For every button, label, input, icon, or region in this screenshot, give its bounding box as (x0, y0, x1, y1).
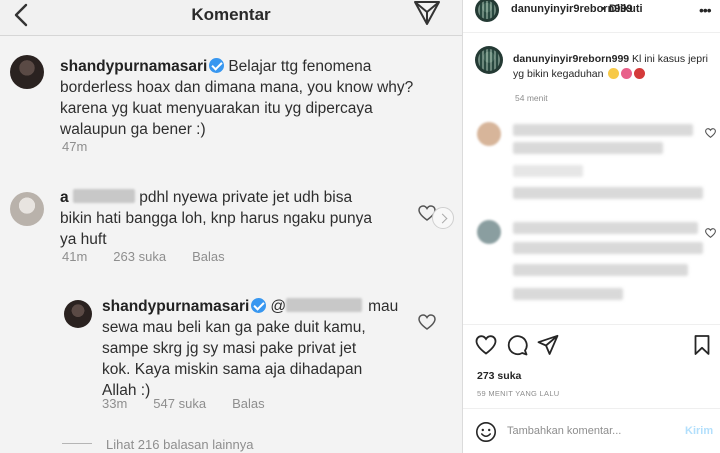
direct-message-icon (414, 1, 440, 25)
caption-avatar[interactable] (475, 46, 503, 74)
comment-meta: 33m 547 suka Balas (102, 396, 291, 411)
caption-username[interactable]: danunyinyir9reborn999 (513, 53, 629, 65)
comment-input[interactable]: Tambahkan komentar... (507, 425, 621, 437)
comment-text-line: ya huft (60, 231, 107, 248)
comment-username: a (60, 189, 69, 206)
comment-text-line: bikin hati bangga loh, knp harus ngaku p… (60, 210, 372, 227)
embedded-comment-screenshot: Komentar shandypurnamasari Belajar ttg fe… (0, 0, 462, 453)
like-heart-icon[interactable] (705, 228, 716, 238)
blurred-comment (513, 165, 583, 177)
tulip-emoji-icon (621, 68, 633, 79)
caption-time: 54 menit (515, 93, 548, 103)
input-divider (463, 408, 720, 409)
blurred-comment (513, 264, 688, 276)
comment-text-line: mau (368, 298, 399, 315)
following-button[interactable]: Diikuti (609, 3, 643, 15)
blurred-comment (513, 142, 663, 154)
divider-line (62, 443, 92, 444)
comment-bubble-icon[interactable] (506, 334, 528, 356)
comment-meta: 41m 263 suka Balas (62, 249, 251, 264)
comment-likes[interactable]: 547 suka (153, 396, 206, 411)
post-comment-button[interactable]: Kirim (685, 425, 713, 437)
rose-emoji-icon (634, 68, 646, 79)
header-divider (463, 32, 720, 33)
reply-link[interactable]: Balas (192, 249, 225, 264)
comment-text-line: borderless hoax dan dimana mana, you kno… (60, 79, 414, 96)
like-heart-icon[interactable] (705, 128, 716, 138)
comment-text-line: sampe skrg jg sy masi pake privat jet (102, 340, 357, 357)
comment-text-line: karena yg kuat menyuarakan itu yg diperc… (60, 100, 373, 117)
comment-time: 41m (62, 249, 88, 264)
like-heart-icon[interactable] (418, 314, 436, 330)
blurred-comment (513, 187, 703, 199)
grin-emoji-icon (608, 68, 620, 79)
share-send-icon[interactable] (537, 334, 559, 356)
comment-meta: 47m (62, 139, 113, 154)
comment-body: shandypurnamasari @ mau sewa mau beli kan … (102, 296, 422, 401)
reply-link[interactable]: Balas (232, 396, 265, 411)
commenter-avatar (10, 192, 44, 226)
comment-username: shandypurnamasari (102, 298, 250, 315)
emoji-smile-icon[interactable] (475, 421, 497, 443)
next-arrow-icon[interactable] (432, 207, 454, 229)
blurred-avatar (477, 122, 501, 146)
post-side-panel: danunyinyir9reborn999 • Diikuti ••• danu… (462, 0, 720, 453)
post-timestamp: 59 MENIT YANG LALU (477, 389, 560, 398)
blurred-comment (513, 222, 698, 234)
comment-time: 47m (62, 139, 88, 154)
comment-text-line: walaupun ga bener :) (60, 121, 206, 138)
verified-badge-icon (209, 58, 225, 73)
comment-text-line: sewa mau beli kan ga pake duit kamu, (102, 319, 366, 336)
likes-count[interactable]: 273 suka (477, 370, 521, 382)
comment-text-line: kok. Kaya miskin sama aja dihadapan (102, 361, 363, 378)
like-heart-icon[interactable] (475, 334, 497, 356)
more-options-icon[interactable]: ••• (699, 2, 712, 18)
redacted-username (72, 189, 135, 203)
blurred-comment (513, 242, 703, 254)
bookmark-icon[interactable] (691, 334, 713, 356)
comment-time: 33m (102, 396, 128, 411)
view-more-replies[interactable]: Lihat 216 balasan lainnya (106, 437, 253, 452)
comment-text-line: Belajar ttg fenomena (228, 58, 372, 75)
comment-username: shandypurnamasari (60, 58, 208, 75)
post-caption: danunyinyir9reborn999 Kl ini kasus jepri… (513, 52, 713, 82)
embedded-header-title: Komentar (191, 5, 271, 24)
comment-mention: @ (270, 298, 287, 315)
comment-body: shandypurnamasari Belajar ttg fenomena bo… (60, 56, 450, 140)
comment-likes[interactable]: 263 suka (113, 249, 166, 264)
separator-dot: • (601, 3, 605, 15)
blurred-avatar (477, 220, 501, 244)
embedded-header: Komentar (0, 0, 462, 36)
author-avatar[interactable] (475, 0, 499, 22)
blurred-comment (513, 124, 693, 136)
comment-text-line: pdhl nyewa private jet udh bisa (139, 189, 353, 206)
actions-divider (463, 324, 720, 325)
redacted-mention (286, 298, 363, 312)
verified-badge-icon (251, 298, 267, 313)
commenter-avatar (64, 300, 92, 328)
commenter-avatar (10, 55, 44, 89)
comment-body: a pdhl nyewa private jet udh bisa bikin … (60, 187, 420, 250)
blurred-comment (513, 288, 623, 300)
